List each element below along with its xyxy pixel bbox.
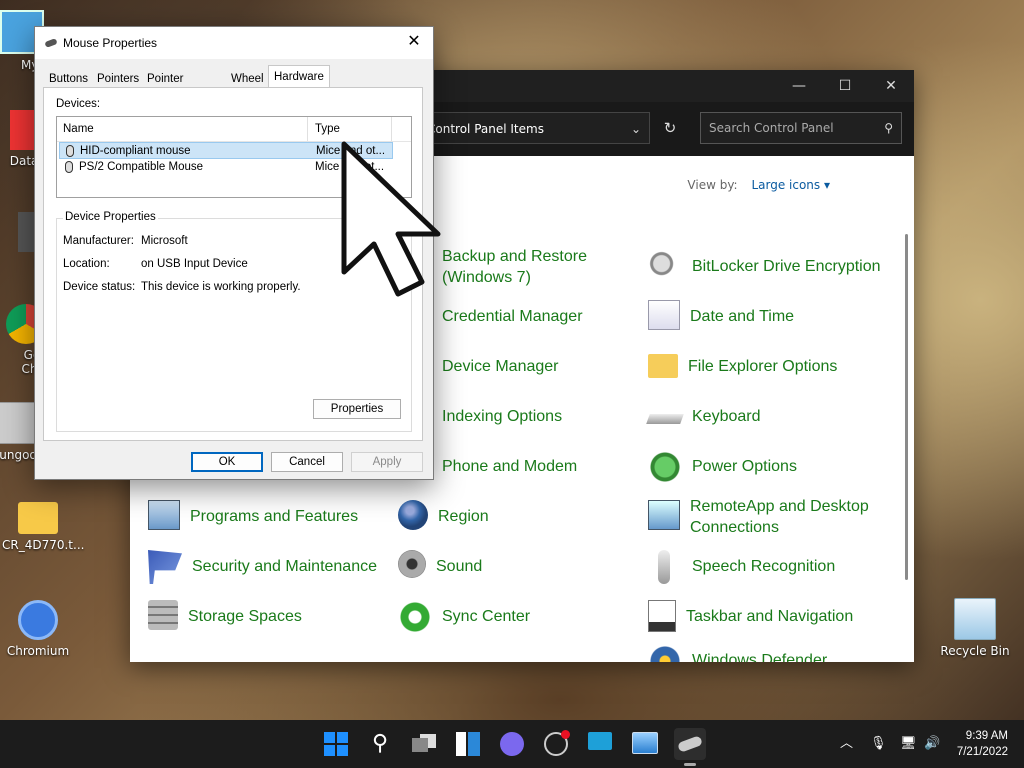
keyboard-icon <box>646 414 684 424</box>
cp-item-sync-center[interactable]: Sync Center <box>398 600 530 634</box>
remote-desktop-button[interactable] <box>584 728 616 760</box>
mouse-properties-button[interactable] <box>674 728 706 766</box>
data-icon <box>10 110 34 150</box>
widgets-button[interactable] <box>452 728 484 760</box>
task-view-button[interactable] <box>408 728 440 760</box>
defender-icon <box>648 644 682 662</box>
control-panel-button[interactable] <box>628 728 660 760</box>
cp-item-security-maintenance[interactable]: Security and Maintenance <box>148 550 377 584</box>
mouse-pointer-icon <box>341 141 441 297</box>
view-by-dropdown[interactable]: Large icons ▾ <box>751 178 830 192</box>
cp-item-keyboard[interactable]: Keyboard <box>646 400 761 427</box>
column-name[interactable]: Name <box>63 123 94 135</box>
taskbar: ⚲ ︿ 🎙 🖥 🔊 9:39 AM 7/21/2022 <box>0 720 1024 768</box>
microphone-icon[interactable]: 🎙 <box>870 720 887 768</box>
chevron-up-icon[interactable]: ︿ <box>840 720 853 768</box>
microphone-icon <box>658 550 670 584</box>
cp-item-windows-defender[interactable]: Windows Defender <box>648 644 827 662</box>
storage-icon <box>148 600 178 630</box>
remoteapp-icon <box>648 500 680 530</box>
app-button[interactable] <box>540 728 572 760</box>
minimize-button[interactable]: — <box>776 70 822 102</box>
search-button[interactable]: ⚲ <box>364 728 396 760</box>
programs-icon <box>148 500 180 530</box>
notification-dot-icon <box>561 730 570 739</box>
maximize-button[interactable]: ☐ <box>822 70 868 102</box>
taskbar-icon <box>648 600 676 632</box>
close-icon[interactable]: ✕ <box>403 31 425 53</box>
desktop-icon-recycle-bin[interactable]: Recycle Bin <box>938 598 1012 658</box>
dialog-title: Mouse Properties <box>63 36 158 50</box>
clock-time: 9:39 AM <box>965 730 1008 742</box>
prop-manufacturer: Manufacturer: Microsoft <box>63 235 188 247</box>
chromium-icon <box>18 600 58 640</box>
search-icon: ⚲ <box>884 121 893 135</box>
flag-icon <box>148 550 182 584</box>
chat-icon <box>500 732 524 756</box>
monitor-icon <box>588 732 612 750</box>
folder-icon <box>18 502 58 534</box>
column-type[interactable]: Type <box>315 123 340 135</box>
folder-options-icon <box>648 354 678 378</box>
apply-button[interactable]: Apply <box>351 452 423 472</box>
cp-item-speech-recognition[interactable]: Speech Recognition <box>648 550 835 584</box>
recycle-bin-icon <box>954 598 996 640</box>
mouse-device-icon <box>66 145 74 157</box>
properties-button[interactable]: Properties <box>313 399 401 419</box>
mouse-device-icon <box>65 161 73 173</box>
widgets-icon <box>456 732 480 756</box>
bitlocker-icon <box>648 250 682 284</box>
start-button[interactable] <box>320 728 352 760</box>
search-input[interactable]: Search Control Panel ⚲ <box>700 112 902 144</box>
task-view-icon <box>412 732 436 756</box>
scrollbar[interactable] <box>905 234 908 580</box>
tab-wheel[interactable]: Wheel <box>225 69 270 89</box>
desktop-icon-folder[interactable]: CR_4D770.t... <box>2 502 84 552</box>
region-icon <box>398 500 428 530</box>
clock-date: 7/21/2022 <box>956 746 1008 758</box>
control-panel-icon <box>632 732 658 754</box>
group-title: Device Properties <box>63 211 158 223</box>
cp-item-storage-spaces[interactable]: Storage Spaces <box>148 600 302 630</box>
cancel-button[interactable]: Cancel <box>271 452 343 472</box>
sync-icon <box>398 600 432 634</box>
cp-item-bitlocker[interactable]: BitLocker Drive Encryption <box>648 250 881 284</box>
desktop-icon-chromium[interactable]: Chromium <box>2 600 74 658</box>
cp-item-power-options[interactable]: Power Options <box>648 450 797 484</box>
address-field[interactable]: Control Panel Items ⌄ <box>422 112 650 144</box>
tab-buttons[interactable]: Buttons <box>43 69 94 89</box>
clock[interactable]: 9:39 AM 7/21/2022 <box>957 728 1008 760</box>
mouse-icon <box>677 735 703 753</box>
chevron-down-icon[interactable]: ⌄ <box>631 113 641 145</box>
chat-button[interactable] <box>496 728 528 760</box>
tab-hardware[interactable]: Hardware <box>268 65 330 88</box>
mouse-icon <box>44 38 58 48</box>
devices-list-header: Name Type <box>57 117 411 142</box>
prop-device-status: Device status: This device is working pro… <box>63 281 301 293</box>
speaker-icon <box>398 550 426 578</box>
cp-item-sound[interactable]: Sound <box>398 550 482 578</box>
cp-item-taskbar-navigation[interactable]: Taskbar and Navigation <box>648 600 853 632</box>
cp-item-file-explorer-options[interactable]: File Explorer Options <box>648 350 837 378</box>
search-icon: ⚲ <box>371 731 389 756</box>
ok-button[interactable]: OK <box>191 452 263 472</box>
volume-icon[interactable]: 🔊 <box>924 720 940 768</box>
view-by: View by: Large icons ▾ <box>687 178 830 192</box>
refresh-icon[interactable]: ↻ <box>656 112 684 144</box>
dialog-titlebar[interactable]: Mouse Properties ✕ <box>35 27 433 59</box>
close-button[interactable]: ✕ <box>868 70 914 102</box>
tab-pointers[interactable]: Pointers <box>91 69 145 89</box>
cp-item-remoteapp[interactable]: RemoteApp and Desktop Connections <box>648 494 869 538</box>
cp-item-region[interactable]: Region <box>398 500 489 530</box>
cp-item-date-time[interactable]: Date and Time <box>648 300 794 330</box>
prop-location: Location: on USB Input Device <box>63 258 248 270</box>
devices-label: Devices: <box>56 98 101 110</box>
power-icon <box>648 450 682 484</box>
tab-pointer-options[interactable]: Pointer Options <box>141 69 193 103</box>
cp-item-programs-features[interactable]: Programs and Features <box>148 500 358 530</box>
windows-logo-icon <box>324 732 348 756</box>
network-icon[interactable]: 🖥 <box>900 720 917 768</box>
date-time-icon <box>648 300 680 330</box>
